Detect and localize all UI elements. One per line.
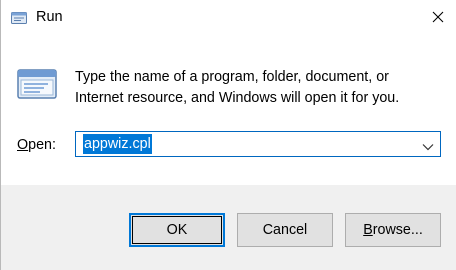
- description-line-1: Type the name of a program, folder, docu…: [75, 69, 389, 85]
- ok-button[interactable]: OK: [129, 213, 225, 247]
- open-label-text: pen:: [28, 137, 56, 153]
- chevron-down-icon[interactable]: [422, 139, 434, 151]
- run-icon: [10, 11, 28, 25]
- run-dialog: Run Type the name of a program, folder,: [0, 0, 456, 270]
- browse-accesskey: B: [363, 222, 373, 238]
- focus-rect: [132, 216, 222, 244]
- browse-button[interactable]: Browse...: [345, 213, 441, 247]
- browse-button-label: rowse...: [372, 222, 423, 238]
- dialog-content: Type the name of a program, folder, docu…: [1, 38, 456, 185]
- open-label: Open:: [17, 137, 56, 153]
- close-icon: [432, 10, 444, 28]
- open-label-accesskey: O: [17, 137, 29, 153]
- description-text: Type the name of a program, folder, docu…: [75, 67, 445, 109]
- run-icon: [15, 68, 59, 102]
- open-combobox[interactable]: appwiz.cpl: [75, 131, 441, 157]
- open-input-value[interactable]: appwiz.cpl: [83, 134, 152, 154]
- close-button[interactable]: [419, 0, 456, 38]
- button-bar: OK Cancel Browse...: [1, 185, 456, 270]
- cancel-button-label: Cancel: [262, 222, 308, 238]
- cancel-button[interactable]: Cancel: [237, 213, 333, 247]
- window-title: Run: [36, 9, 63, 25]
- title-bar[interactable]: Run: [1, 0, 456, 38]
- description-line-2: Internet resource, and Windows will open…: [75, 90, 400, 106]
